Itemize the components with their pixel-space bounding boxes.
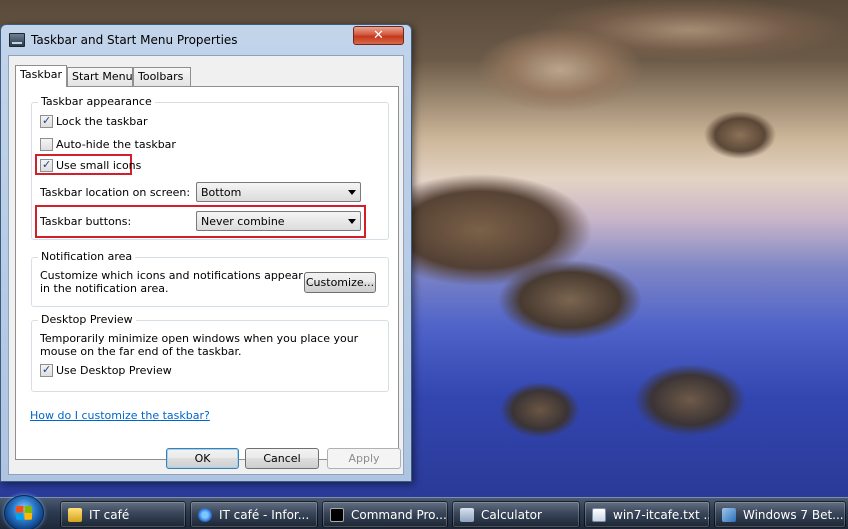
taskbar-buttons-label: Taskbar buttons:	[40, 215, 132, 228]
start-button[interactable]	[4, 495, 44, 529]
text-file-icon	[592, 508, 606, 522]
taskbar-item-label: Windows 7 Bet...	[743, 508, 844, 522]
ok-button[interactable]: OK	[166, 448, 239, 469]
customize-button[interactable]: Customize...	[304, 272, 376, 293]
location-value: Bottom	[201, 186, 242, 199]
tab-toolbars[interactable]: Toolbars	[133, 67, 191, 86]
chevron-down-icon	[348, 219, 356, 224]
taskbar-properties-icon	[9, 33, 25, 47]
taskbar-properties-dialog: Taskbar and Start Menu Properties ✕ Task…	[0, 24, 412, 482]
taskbar-item-label: Calculator	[481, 508, 542, 522]
small-icons-checkbox[interactable]	[40, 158, 53, 172]
cancel-button[interactable]: Cancel	[245, 448, 319, 469]
close-button[interactable]: ✕	[353, 26, 404, 45]
autohide-checkbox[interactable]	[40, 138, 53, 151]
dialog-body: Taskbar Start Menu Toolbars Taskbar appe…	[8, 55, 404, 475]
internet-explorer-icon	[198, 508, 212, 522]
taskbar-tab-panel: Taskbar appearance Lock the taskbar Auto…	[15, 86, 399, 460]
windows-taskbar: IT café IT café - Infor... Command Pro..…	[0, 495, 848, 529]
small-icons-label: Use small icons	[56, 159, 142, 172]
taskbar-item-label: win7-itcafe.txt ...	[613, 508, 710, 522]
location-dropdown[interactable]: Bottom	[196, 182, 361, 202]
command-prompt-icon	[330, 508, 344, 522]
taskbar-appearance-legend: Taskbar appearance	[38, 95, 155, 108]
notification-area-legend: Notification area	[38, 250, 136, 263]
lock-taskbar-label: Lock the taskbar	[56, 115, 148, 128]
desktop-preview-description: Temporarily minimize open windows when y…	[40, 332, 359, 358]
notification-description: Customize which icons and notifications …	[40, 269, 303, 295]
window-title: Taskbar and Start Menu Properties	[31, 33, 238, 47]
tab-taskbar[interactable]: Taskbar	[15, 65, 67, 87]
taskbar-item-windows-7-beta[interactable]: Windows 7 Bet...	[714, 501, 846, 528]
taskbar-item-command-prompt[interactable]: Command Pro...	[322, 501, 448, 528]
taskbar-item-label: IT café	[89, 508, 130, 522]
apply-button[interactable]: Apply	[327, 448, 401, 469]
help-link[interactable]: How do I customize the taskbar?	[30, 409, 210, 422]
taskbar-buttons-dropdown[interactable]: Never combine	[196, 211, 361, 231]
taskbar-item-it-cafe-folder[interactable]: IT café	[60, 501, 186, 528]
taskbar-item-label: Command Pro...	[351, 508, 447, 522]
lock-taskbar-checkbox[interactable]	[40, 114, 53, 128]
taskbar-buttons-value: Never combine	[201, 215, 285, 228]
desktop-preview-legend: Desktop Preview	[38, 313, 136, 326]
desktop-preview-checkbox[interactable]	[40, 363, 53, 377]
location-label: Taskbar location on screen:	[40, 186, 191, 199]
autohide-label: Auto-hide the taskbar	[56, 138, 176, 151]
chevron-down-icon	[348, 190, 356, 195]
folder-icon	[68, 508, 82, 522]
calculator-icon	[460, 508, 474, 522]
desktop-preview-label: Use Desktop Preview	[56, 364, 172, 377]
taskbar-item-label: IT café - Infor...	[219, 508, 310, 522]
title-bar[interactable]: Taskbar and Start Menu Properties ✕	[1, 25, 411, 55]
windows-icon	[722, 508, 736, 522]
tab-start-menu[interactable]: Start Menu	[67, 67, 133, 86]
taskbar-item-text-file[interactable]: win7-itcafe.txt ...	[584, 501, 710, 528]
taskbar-item-internet-explorer[interactable]: IT café - Infor...	[190, 501, 318, 528]
taskbar-item-calculator[interactable]: Calculator	[452, 501, 580, 528]
